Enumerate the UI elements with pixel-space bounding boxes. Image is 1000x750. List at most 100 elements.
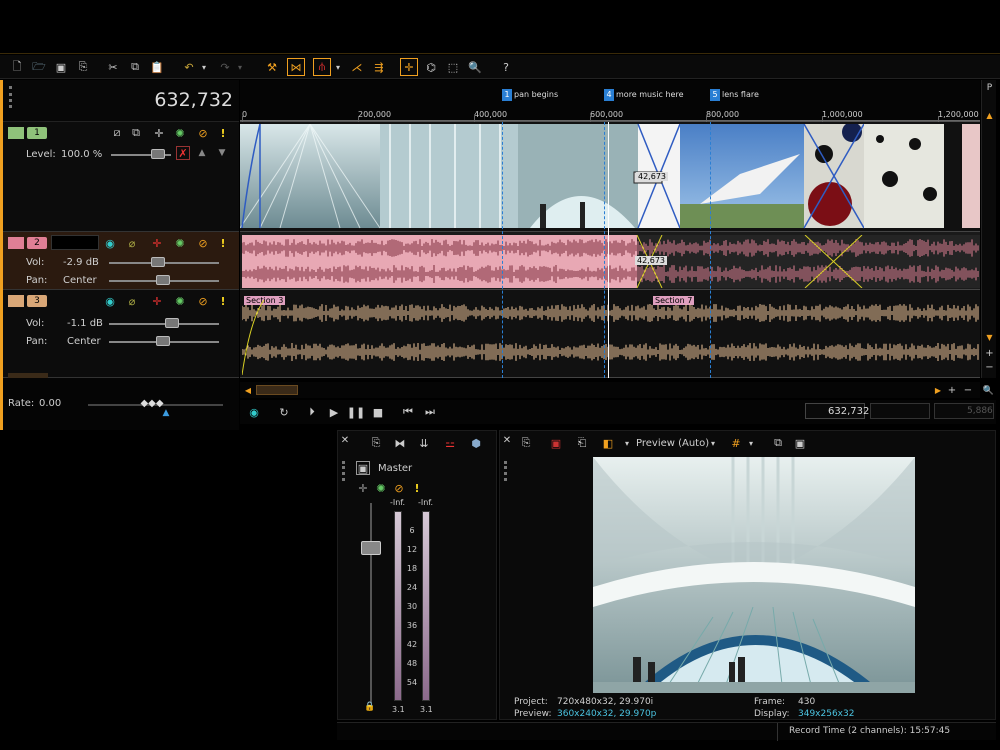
overlays-icon[interactable]: # <box>728 435 744 451</box>
pan-envelope-icon[interactable]: ✛ <box>148 236 166 250</box>
cut-icon[interactable]: ✂ <box>104 58 122 76</box>
zoom-icon[interactable]: 🔍 <box>466 58 484 76</box>
selection-start-field[interactable] <box>870 403 930 419</box>
video-fx-icon[interactable]: ⎗ <box>574 435 590 451</box>
arm-record-icon[interactable]: ◉ <box>103 294 117 308</box>
paste-icon[interactable]: 📋 <box>148 58 166 76</box>
master-fx-icon[interactable]: ✺ <box>374 481 388 495</box>
track-motion-icon[interactable]: ✛ <box>152 126 166 140</box>
track-name-field[interactable] <box>51 235 99 250</box>
split-screen-icon[interactable]: ◧ <box>600 435 616 451</box>
close-preview-icon[interactable]: ✕ <box>502 435 512 446</box>
track-header-audio-2[interactable]: 3 ◉ ⌀ ✛ ✺ ⊘ ! Vol: -1.1 dB Pan: Center <box>3 290 239 378</box>
track-number[interactable]: 1 <box>27 127 47 139</box>
compositing-mode-icon[interactable]: ⧉ <box>129 126 143 140</box>
zoom-tool-icon[interactable]: 🔍 <box>982 384 995 397</box>
scroll-up-icon[interactable]: ▲ <box>984 110 995 121</box>
selection-edit-icon[interactable]: ⌬ <box>422 58 440 76</box>
drag-grip-icon[interactable] <box>342 461 345 481</box>
properties-icon[interactable]: ⎘ <box>74 58 92 76</box>
pan-slider-knob[interactable] <box>156 275 170 285</box>
track-fx-icon[interactable]: ✺ <box>173 236 187 250</box>
zoom-out-vertical-icon[interactable]: − <box>984 362 995 373</box>
pan-slider-knob[interactable] <box>156 336 170 346</box>
track-number[interactable]: 3 <box>27 295 47 307</box>
insert-fx-icon[interactable]: ⬢ <box>468 435 484 451</box>
preview-quality-label[interactable]: Preview (Auto) <box>636 438 709 449</box>
master-fader-track[interactable] <box>370 503 372 703</box>
downmix-icon[interactable]: ⧓ <box>392 435 408 451</box>
record-icon[interactable]: ◉ <box>246 405 262 419</box>
invert-phase-icon[interactable]: ⌀ <box>125 294 139 308</box>
track-fx-icon[interactable]: ✺ <box>173 294 187 308</box>
open-icon[interactable]: 🗁 <box>30 58 48 76</box>
preview-quality-dropdown-icon[interactable]: ▾ <box>622 437 632 449</box>
vol-slider-knob[interactable] <box>151 257 165 267</box>
overlays-dropdown-icon[interactable]: ▾ <box>746 437 756 449</box>
mute-icon[interactable]: ⊘ <box>196 126 210 140</box>
pan-envelope-icon[interactable]: ✛ <box>148 294 166 308</box>
zoom-in-time-icon[interactable]: + <box>946 384 958 396</box>
scroll-right-icon[interactable]: ▶ <box>932 384 944 396</box>
new-icon[interactable]: 🗋 <box>8 58 26 76</box>
marker-flag[interactable]: 5 <box>710 89 720 101</box>
zoom-out-time-icon[interactable]: − <box>962 384 974 396</box>
lock-envelopes-icon[interactable]: ✛ <box>400 58 418 76</box>
master-fader-knob[interactable] <box>361 541 381 555</box>
horizontal-scrollbar[interactable]: ◀ ▶ + − <box>240 382 980 398</box>
pan-icon[interactable]: ✛ <box>356 481 370 495</box>
marker-flag[interactable]: 1 <box>502 89 512 101</box>
copy-snapshot-icon[interactable]: ⧉ <box>770 435 786 451</box>
zoom-in-vertical-icon[interactable]: + <box>984 348 995 359</box>
dim-output-icon[interactable]: ⇊ <box>416 435 432 451</box>
vol-slider-knob[interactable] <box>165 318 179 328</box>
normal-edit-icon[interactable]: ⚒ <box>263 58 281 76</box>
redo-dropdown-icon[interactable]: ▾ <box>235 58 245 76</box>
preview-quality-arrow-icon[interactable]: ▾ <box>708 437 718 449</box>
envelope-edit-icon[interactable]: ⋈ <box>287 58 305 76</box>
drag-grip-icon[interactable] <box>9 86 12 108</box>
marker-bar-icon[interactable]: P <box>984 82 995 93</box>
undo-dropdown-icon[interactable]: ▾ <box>199 58 209 76</box>
help-icon[interactable]: ? <box>497 58 515 76</box>
go-to-start-icon[interactable]: ⏮ <box>400 405 416 419</box>
track-fx-icon[interactable]: ✺ <box>173 126 187 140</box>
undo-icon[interactable]: ↶ <box>180 58 198 76</box>
preview-properties-icon[interactable]: ⎘ <box>518 435 534 451</box>
play-icon[interactable]: ▶ <box>326 405 342 419</box>
mute-icon[interactable]: ⊘ <box>196 236 210 250</box>
trim-icon[interactable]: ⬚ <box>444 58 462 76</box>
solo-icon[interactable]: ! <box>412 481 422 495</box>
scroll-down-icon[interactable]: ▼ <box>984 332 995 343</box>
copy-icon[interactable]: ⧉ <box>126 58 144 76</box>
snapping-dropdown-icon[interactable]: ▾ <box>333 58 343 76</box>
lock-icon[interactable]: 🔒 <box>364 701 376 713</box>
play-from-start-icon[interactable]: ⏵ <box>304 405 320 419</box>
expand-track-icon[interactable]: ⧄ <box>110 126 124 140</box>
solo-icon[interactable]: ! <box>216 126 230 140</box>
go-to-end-icon[interactable]: ⏭ <box>422 405 438 419</box>
move-up-icon[interactable]: ▲ <box>196 146 208 160</box>
solo-icon[interactable]: ! <box>216 236 230 250</box>
loop-playback-icon[interactable]: ↻ <box>276 405 292 419</box>
marker-flag[interactable]: 4 <box>604 89 614 101</box>
close-mixer-icon[interactable]: ✕ <box>340 435 350 446</box>
scrollbar-thumb[interactable] <box>256 385 298 395</box>
stop-icon[interactable]: ■ <box>370 405 386 419</box>
save-snapshot-icon[interactable]: ▣ <box>792 435 808 451</box>
bypass-motion-blur-icon[interactable]: ✗ <box>176 146 190 160</box>
auto-crossfade-icon[interactable]: ⋌ <box>348 58 366 76</box>
mute-icon[interactable]: ⊘ <box>196 294 210 308</box>
drag-grip-icon[interactable] <box>504 461 507 481</box>
arm-record-icon[interactable]: ◉ <box>103 236 117 250</box>
scroll-left-icon[interactable]: ◀ <box>242 384 254 396</box>
mixer-properties-icon[interactable]: ⚍ <box>442 435 458 451</box>
level-slider-knob[interactable] <box>151 149 165 159</box>
vol-slider-track[interactable] <box>109 323 219 325</box>
track-header-audio-1[interactable]: 2 ◉ ⌀ ✛ ✺ ⊘ ! Vol: -2.9 dB Pan: Center <box>3 232 239 290</box>
vertical-scrollbar[interactable]: P ▲ ▼ + − <box>981 80 996 378</box>
solo-icon[interactable]: ! <box>216 294 230 308</box>
video-events[interactable] <box>240 124 980 230</box>
insert-audio-bus-icon[interactable]: ⎘ <box>368 435 384 451</box>
mute-icon[interactable]: ⊘ <box>392 481 406 495</box>
